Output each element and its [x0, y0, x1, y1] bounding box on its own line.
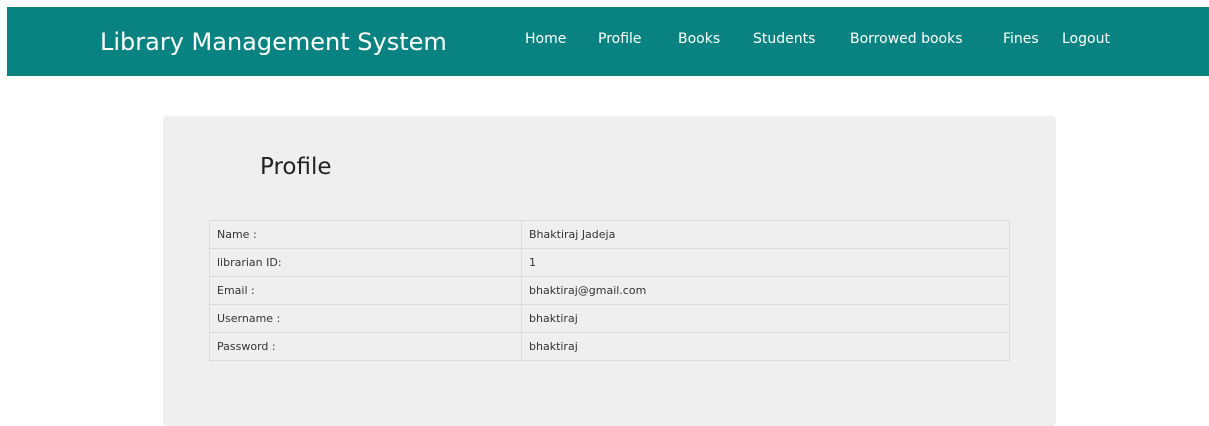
table-row: Email : bhaktiraj@gmail.com — [209, 276, 1010, 305]
name-value: Bhaktiraj Jadeja — [521, 220, 1010, 249]
username-label: Username : — [209, 304, 522, 333]
table-row: Password : bhaktiraj — [209, 332, 1010, 361]
email-value: bhaktiraj@gmail.com — [521, 276, 1010, 305]
name-label: Name : — [209, 220, 522, 249]
username-value: bhaktiraj — [521, 304, 1010, 333]
nav-home[interactable]: Home — [525, 7, 566, 71]
password-label: Password : — [209, 332, 522, 361]
profile-table: Name : Bhaktiraj Jadeja librarian ID: 1 … — [209, 220, 1010, 361]
profile-panel: Profile Name : Bhaktiraj Jadeja libraria… — [163, 116, 1056, 426]
nav-students[interactable]: Students — [753, 7, 815, 71]
table-row: librarian ID: 1 — [209, 248, 1010, 277]
nav-fines[interactable]: Fines — [1003, 7, 1039, 71]
email-label: Email : — [209, 276, 522, 305]
nav-profile[interactable]: Profile — [598, 7, 642, 71]
librarian-id-label: librarian ID: — [209, 248, 522, 277]
nav-books[interactable]: Books — [678, 7, 720, 71]
page-title: Profile — [260, 154, 332, 180]
table-row: Name : Bhaktiraj Jadeja — [209, 220, 1010, 249]
nav-borrowed-books[interactable]: Borrowed books — [850, 7, 963, 71]
librarian-id-value: 1 — [521, 248, 1010, 277]
password-value: bhaktiraj — [521, 332, 1010, 361]
navbar: Library Management System Home Profile B… — [7, 7, 1209, 76]
main-nav: Home Profile Books Students Borrowed boo… — [7, 7, 1209, 76]
table-row: Username : bhaktiraj — [209, 304, 1010, 333]
nav-logout[interactable]: Logout — [1062, 7, 1110, 71]
